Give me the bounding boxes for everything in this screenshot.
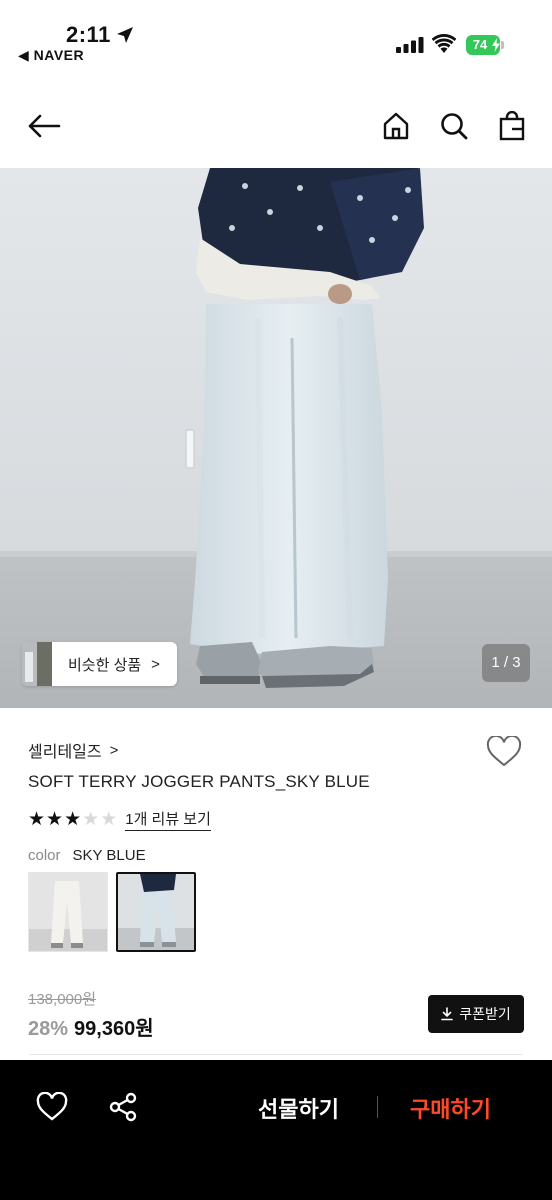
charging-bolt-icon (492, 38, 500, 52)
color-value: SKY BLUE (72, 847, 146, 864)
bottom-action-bar: 선물하기 구매하기 (0, 1060, 552, 1200)
chevron-right-icon: > (151, 655, 160, 673)
divider (30, 1054, 522, 1055)
home-button[interactable] (378, 108, 414, 144)
wishlist-heart-icon[interactable] (486, 736, 522, 768)
heart-icon[interactable] (36, 1092, 68, 1122)
color-swatch-selected[interactable] (116, 872, 196, 952)
cellular-signal-icon (396, 37, 424, 53)
product-image-gallery[interactable] (0, 168, 552, 708)
top-navigation (0, 90, 552, 166)
status-bar: 2:11 ◀ NAVER 74 (0, 0, 552, 72)
review-link[interactable]: 1개 리뷰 보기 (125, 808, 211, 831)
similar-products-label: 비슷한 상품 (68, 656, 142, 674)
home-icon (383, 112, 409, 140)
color-label: color (28, 847, 61, 864)
coupon-label: 쿠폰받기 (459, 1006, 511, 1022)
shopping-bag-icon (499, 111, 525, 141)
location-arrow-icon (117, 27, 133, 43)
star-rating: ★ ★ ★ ★ ★ (28, 808, 118, 830)
download-icon (441, 1007, 454, 1021)
brand-link[interactable]: 셀리테일즈 > (28, 738, 118, 762)
back-button[interactable] (26, 108, 62, 144)
image-page-indicator: 1 / 3 (482, 644, 530, 682)
color-swatch-option[interactable] (28, 872, 108, 952)
discount-rate: 28% (28, 1018, 69, 1040)
star-empty-icon: ★ (82, 808, 100, 830)
buy-button[interactable]: 구매하기 (410, 1092, 491, 1124)
similar-product-thumbnail (22, 642, 52, 686)
battery-percent: 74 (472, 37, 488, 52)
sale-price: 99,360원 (74, 1018, 154, 1040)
price-row: 28% 99,360원 (28, 1012, 154, 1041)
divider (377, 1096, 378, 1118)
search-icon (441, 113, 468, 140)
search-button[interactable] (436, 108, 472, 144)
original-price: 138,000원 (28, 991, 97, 1008)
swatch-thumbnail-image (29, 873, 107, 951)
back-to-app-link[interactable]: ◀ NAVER (18, 47, 84, 64)
gift-button[interactable]: 선물하기 (258, 1092, 339, 1124)
chevron-right-icon: > (109, 741, 119, 759)
back-arrow-icon (28, 114, 61, 138)
brand-name: 셀리테일즈 (28, 744, 102, 761)
cart-button[interactable] (494, 108, 530, 144)
star-empty-icon: ★ (100, 808, 118, 830)
rating-row: ★ ★ ★ ★ ★ 1개 리뷰 보기 (28, 808, 211, 831)
similar-products-button[interactable]: 비슷한 상품 > (22, 642, 177, 686)
share-icon[interactable] (108, 1092, 138, 1122)
swatch-thumbnail-image (118, 874, 194, 950)
status-time: 2:11 (66, 22, 111, 47)
battery-indicator: 74 (466, 35, 504, 55)
coupon-download-button[interactable]: 쿠폰받기 (428, 995, 524, 1033)
product-photo (0, 168, 552, 708)
color-row: color SKY BLUE (28, 847, 146, 864)
star-filled-icon: ★ (28, 808, 46, 830)
star-filled-icon: ★ (46, 808, 64, 830)
star-filled-icon: ★ (64, 808, 82, 830)
wifi-icon (432, 34, 456, 53)
product-title: SOFT TERRY JOGGER PANTS_SKY BLUE (28, 772, 370, 791)
